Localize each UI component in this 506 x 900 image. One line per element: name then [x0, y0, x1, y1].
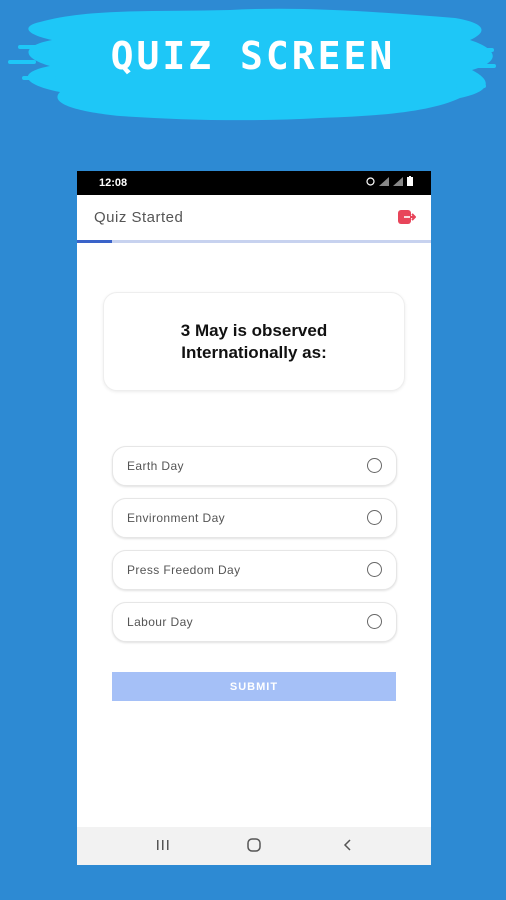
status-time: 12:08 [99, 177, 128, 189]
alarm-icon [366, 176, 375, 186]
radio-button[interactable] [367, 562, 382, 577]
option-item[interactable]: Labour Day [112, 602, 397, 642]
option-label: Press Freedom Day [127, 563, 241, 577]
recent-apps-icon[interactable] [155, 837, 171, 853]
option-label: Labour Day [127, 615, 194, 629]
app-bar: Quiz Started [77, 195, 431, 241]
question-text: 3 May is observed Internationally as: [180, 320, 328, 362]
banner-title: QUIZ SCREEN [110, 34, 396, 78]
option-item[interactable]: Environment Day [112, 498, 397, 538]
home-icon[interactable] [246, 837, 262, 853]
battery-icon [407, 176, 413, 186]
signal-icon [379, 176, 389, 186]
quiz-progress-fill [77, 240, 113, 243]
quiz-progress-bar [77, 240, 431, 243]
question-card: 3 May is observed Internationally as: [103, 292, 405, 391]
banner: QUIZ SCREEN [0, 0, 506, 130]
exit-icon[interactable] [398, 209, 416, 225]
radio-button[interactable] [367, 510, 382, 525]
status-bar: 12:08 [77, 171, 431, 195]
submit-button[interactable]: SUBMIT [112, 672, 396, 701]
option-item[interactable]: Press Freedom Day [112, 550, 397, 590]
android-nav-bar [77, 827, 431, 865]
phone-screen: 12:08 Quiz Started 3 May is observed Int… [77, 171, 431, 865]
option-label: Earth Day [127, 459, 184, 473]
radio-button[interactable] [367, 614, 382, 629]
option-item[interactable]: Earth Day [112, 446, 397, 486]
status-icons [366, 176, 413, 186]
radio-button[interactable] [367, 458, 382, 473]
back-icon[interactable] [340, 837, 356, 853]
page-title: Quiz Started [94, 209, 184, 226]
option-label: Environment Day [127, 511, 226, 525]
signal-icon-2 [393, 176, 403, 186]
